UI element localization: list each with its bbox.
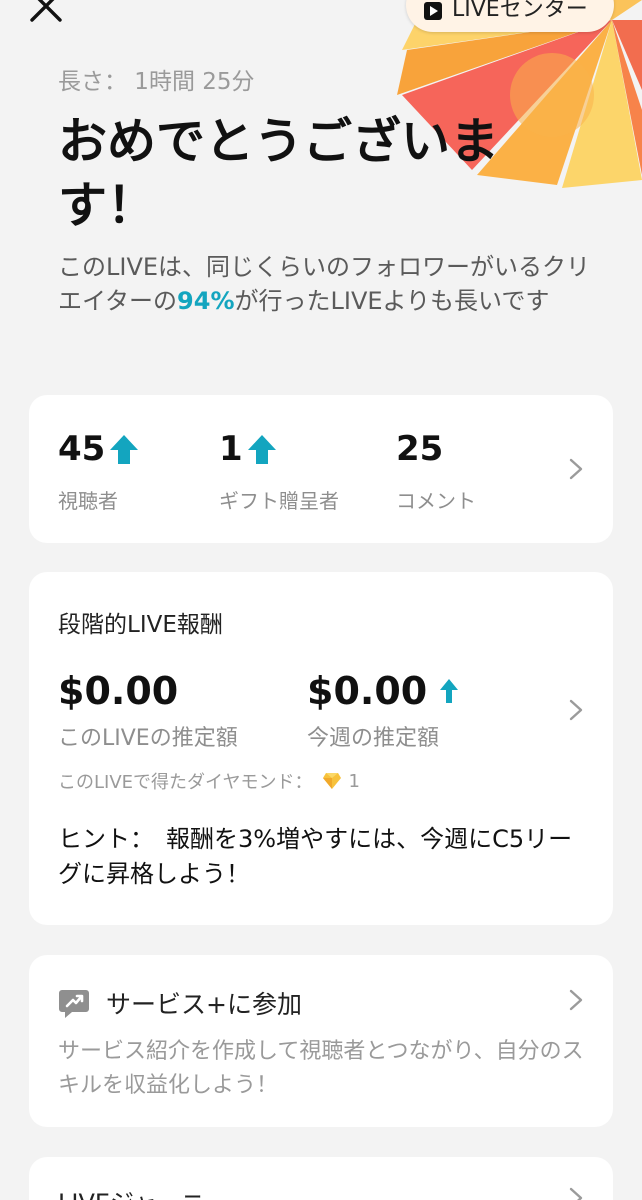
live-journey-title: LIVEジャーニー xyxy=(58,1183,229,1200)
this-live-amount: $0.00 xyxy=(58,669,179,713)
chevron-right-icon[interactable] xyxy=(569,458,583,480)
stat-comments: 25 コメント xyxy=(396,425,476,514)
stats-card[interactable]: 45 視聴者 1 ギフト贈呈者 25 コメント xyxy=(29,395,613,543)
rewards-card[interactable]: 段階的LIVE報酬 $0.00 このLIVEの推定額 $0.00 今週の推定額 … xyxy=(29,572,613,925)
this-week-label: 今週の推定額 xyxy=(307,726,440,751)
stat-gifters: 1 ギフト贈呈者 xyxy=(219,425,339,514)
live-center-label: LIVEセンター xyxy=(452,0,588,22)
live-summary-header: 長さ： 1時間 25分 おめでとうございます！ このLIVEは、同じくらいのフォ… xyxy=(58,62,598,318)
play-icon xyxy=(424,2,442,20)
diamonds-row: このLIVEで得たダイヤモンド： 1 xyxy=(58,768,360,794)
stat-gifters-value: 1 xyxy=(219,429,243,469)
stat-comments-label: コメント xyxy=(396,489,476,513)
arrow-up-icon xyxy=(440,679,459,703)
live-journey-card[interactable]: LIVEジャーニー xyxy=(29,1157,613,1200)
live-duration: 長さ： 1時間 25分 xyxy=(58,69,255,95)
service-plus-card[interactable]: サービス+に参加 サービス紹介を作成して視聴者とつながり、自分のスキルを収益化し… xyxy=(29,955,613,1127)
this-week-estimate: $0.00 今週の推定額 xyxy=(307,666,459,752)
service-plus-header: サービス+に参加 xyxy=(58,985,302,1021)
diamonds-count: 1 xyxy=(348,770,360,792)
diamond-icon xyxy=(323,773,342,789)
service-plus-title: サービス+に参加 xyxy=(106,990,302,1019)
live-center-button[interactable]: LIVEセンター xyxy=(406,0,614,32)
service-plus-description: サービス紹介を作成して視聴者とつながり、自分のスキルを収益化しよう！ xyxy=(58,1039,584,1098)
chat-trend-icon xyxy=(59,990,89,1018)
arrow-up-icon xyxy=(247,435,276,464)
page-title: おめでとうございます！ xyxy=(58,113,500,234)
this-live-estimate: $0.00 このLIVEの推定額 xyxy=(58,666,238,752)
stat-comments-value: 25 xyxy=(396,429,444,469)
comparison-text: このLIVEは、同じくらいのフォロワーがいるクリエイターの94%が行ったLIVE… xyxy=(58,250,598,318)
this-week-amount: $0.00 xyxy=(307,669,428,713)
close-icon[interactable] xyxy=(26,0,66,28)
chevron-right-icon[interactable] xyxy=(569,1187,583,1200)
comparison-percentage: 94% xyxy=(177,287,235,315)
rewards-title: 段階的LIVE報酬 xyxy=(58,612,223,638)
stat-gifters-label: ギフト贈呈者 xyxy=(219,489,339,513)
stat-viewers-label: 視聴者 xyxy=(58,489,118,513)
chevron-right-icon[interactable] xyxy=(569,989,583,1011)
diamonds-label: このLIVEで得たダイヤモンド： xyxy=(58,772,313,793)
stat-viewers-value: 45 xyxy=(58,429,106,469)
chevron-right-icon[interactable] xyxy=(569,699,583,721)
reward-hint: ヒント： 報酬を3%増やすには、今週にC5リーグに昇格しよう！ xyxy=(58,825,573,888)
arrow-up-icon xyxy=(110,435,139,464)
stat-viewers: 45 視聴者 xyxy=(58,425,139,514)
comparison-suffix: が行ったLIVEよりも長いです xyxy=(234,287,550,315)
this-live-label: このLIVEの推定額 xyxy=(58,726,238,751)
